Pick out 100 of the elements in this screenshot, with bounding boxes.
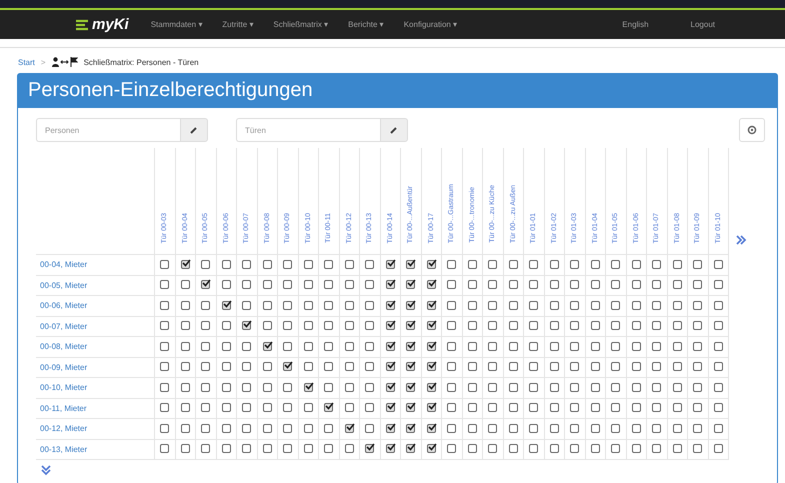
- checkbox[interactable]: [406, 403, 416, 412]
- checkbox[interactable]: [714, 300, 723, 310]
- checkbox[interactable]: [324, 424, 334, 433]
- checkbox[interactable]: [611, 424, 620, 433]
- checkbox[interactable]: [201, 321, 210, 330]
- checkbox[interactable]: [262, 444, 272, 454]
- checkbox[interactable]: [632, 382, 641, 392]
- checkbox[interactable]: [570, 444, 580, 454]
- checkbox[interactable]: [550, 300, 559, 310]
- pencil-icon[interactable]: [190, 126, 198, 134]
- checkbox[interactable]: [324, 280, 334, 290]
- checkbox[interactable]: [180, 260, 190, 269]
- checkbox[interactable]: [488, 260, 498, 269]
- nav-link[interactable]: Logout: [690, 20, 715, 29]
- checkbox[interactable]: [529, 362, 538, 372]
- checkbox[interactable]: [324, 444, 334, 454]
- checkbox[interactable]: [242, 403, 252, 412]
- breadcrumb-link[interactable]: Start: [18, 58, 35, 66]
- checkbox[interactable]: [652, 342, 662, 351]
- checkbox[interactable]: [508, 403, 518, 412]
- checkbox[interactable]: [652, 424, 662, 433]
- checkbox[interactable]: [304, 321, 313, 330]
- checkbox[interactable]: [488, 444, 498, 454]
- checkbox[interactable]: [672, 444, 682, 454]
- checkbox[interactable]: [160, 362, 170, 372]
- checkbox[interactable]: [406, 362, 416, 372]
- checkbox[interactable]: [324, 382, 334, 392]
- checkbox[interactable]: [570, 260, 580, 269]
- checkbox[interactable]: [262, 300, 272, 310]
- checkbox[interactable]: [242, 342, 252, 351]
- checkbox[interactable]: [283, 403, 292, 412]
- checkbox[interactable]: [529, 260, 538, 269]
- checkbox[interactable]: [242, 280, 252, 290]
- checkbox[interactable]: [652, 382, 662, 392]
- person-link[interactable]: 00-07, Mieter: [40, 322, 88, 331]
- checkbox[interactable]: [426, 403, 436, 412]
- checkbox[interactable]: [447, 382, 456, 392]
- checkbox[interactable]: [529, 342, 538, 351]
- person-link[interactable]: 00-12, Mieter: [40, 424, 88, 434]
- checkbox[interactable]: [344, 362, 354, 372]
- nav-menu[interactable]: Berichte ▾: [348, 20, 384, 29]
- checkbox[interactable]: [447, 444, 456, 454]
- checkbox[interactable]: [672, 280, 682, 290]
- brand-name[interactable]: myKi: [92, 16, 129, 33]
- checkbox[interactable]: [242, 424, 252, 433]
- checkbox[interactable]: [283, 382, 292, 392]
- checkbox[interactable]: [529, 300, 538, 310]
- checkbox[interactable]: [550, 424, 559, 433]
- checkbox[interactable]: [508, 280, 518, 290]
- checkbox[interactable]: [201, 382, 210, 392]
- nav-link[interactable]: English: [622, 20, 649, 29]
- checkbox[interactable]: [693, 300, 702, 310]
- checkbox[interactable]: [447, 362, 456, 372]
- checkbox[interactable]: [632, 403, 641, 412]
- checkbox[interactable]: [222, 260, 231, 269]
- checkbox[interactable]: [611, 260, 620, 269]
- checkbox[interactable]: [468, 321, 477, 330]
- checkbox[interactable]: [386, 280, 395, 290]
- checkbox[interactable]: [386, 382, 395, 392]
- checkbox[interactable]: [283, 321, 292, 330]
- checkbox[interactable]: [488, 382, 498, 392]
- checkbox[interactable]: [324, 300, 334, 310]
- checkbox[interactable]: [652, 321, 662, 330]
- checkbox[interactable]: [262, 382, 272, 392]
- checkbox[interactable]: [550, 382, 559, 392]
- checkbox[interactable]: [508, 300, 518, 310]
- checkbox[interactable]: [344, 382, 354, 392]
- nav-menu[interactable]: Stammdaten ▾: [150, 20, 202, 29]
- checkbox[interactable]: [570, 280, 580, 290]
- checkbox[interactable]: [201, 362, 210, 372]
- checkbox[interactable]: [222, 403, 231, 412]
- checkbox[interactable]: [508, 444, 518, 454]
- checkbox[interactable]: [529, 280, 538, 290]
- checkbox[interactable]: [386, 403, 395, 412]
- checkbox[interactable]: [406, 382, 416, 392]
- checkbox[interactable]: [447, 403, 456, 412]
- checkbox[interactable]: [693, 260, 702, 269]
- checkbox[interactable]: [160, 403, 170, 412]
- checkbox[interactable]: [611, 280, 620, 290]
- checkbox[interactable]: [344, 424, 354, 433]
- checkbox[interactable]: [365, 260, 374, 269]
- more-rows-icon[interactable]: [40, 464, 52, 476]
- checkbox[interactable]: [242, 362, 252, 372]
- checkbox[interactable]: [304, 403, 313, 412]
- checkbox[interactable]: [344, 444, 354, 454]
- checkbox[interactable]: [550, 280, 559, 290]
- checkbox[interactable]: [508, 321, 518, 330]
- checkbox[interactable]: [222, 342, 231, 351]
- checkbox[interactable]: [426, 444, 436, 454]
- checkbox[interactable]: [570, 424, 580, 433]
- checkbox[interactable]: [242, 260, 252, 269]
- checkbox[interactable]: [180, 300, 190, 310]
- checkbox[interactable]: [426, 342, 436, 351]
- checkbox[interactable]: [447, 260, 456, 269]
- checkbox[interactable]: [201, 403, 210, 412]
- checkbox[interactable]: [201, 280, 210, 290]
- checkbox[interactable]: [611, 403, 620, 412]
- checkbox[interactable]: [365, 321, 374, 330]
- checkbox[interactable]: [304, 424, 313, 433]
- checkbox[interactable]: [590, 382, 600, 392]
